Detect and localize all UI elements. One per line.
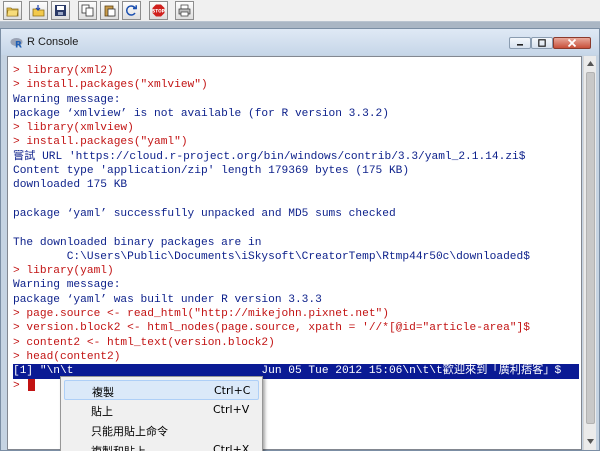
console-line-text: > version.block2 <- html_nodes(page.sour… <box>13 322 530 335</box>
menu-item-shortcut: Ctrl+C <box>214 384 251 397</box>
context-menu-copy[interactable]: 複製 Ctrl+C <box>64 380 259 400</box>
console-line-text: Warning message: <box>13 93 121 106</box>
console-line-text: Warning message: <box>13 279 121 292</box>
console-line-text: > library(yaml) <box>13 265 114 278</box>
context-menu: 複製 Ctrl+C 貼上 Ctrl+V 只能用貼上命令 複製和貼上 Ctrl+X <box>60 376 263 451</box>
console-line: > install.packages("xmlview") <box>13 78 579 92</box>
main-toolbar: STOP <box>0 0 600 22</box>
text-cursor <box>28 378 36 391</box>
console-line-text: > library(xmlview) <box>13 122 134 135</box>
open-folder-icon <box>6 7 19 17</box>
menu-item-label: 複製 <box>92 386 114 399</box>
console-line: > install.packages("yaml") <box>13 135 579 149</box>
menu-item-label: 複製和貼上 <box>91 443 146 451</box>
console-line: > head(content2) <box>13 350 579 364</box>
svg-text:R: R <box>15 41 22 50</box>
copy-button[interactable] <box>78 1 97 20</box>
console-line: The downloaded binary packages are in <box>13 236 579 250</box>
console-line: > content2 <- html_text(version.block2) <box>13 336 579 350</box>
load-workspace-icon <box>32 5 45 17</box>
console-line: > page.source <- read_html("http://mikej… <box>13 307 579 321</box>
console-line-text: package ‘yaml’ successfully unpacked and… <box>13 207 396 220</box>
paste-icon <box>104 5 116 17</box>
console-line-text: C:\Users\Public\Documents\iSkysoft\Creat… <box>13 250 530 263</box>
console-line-text: > content2 <- html_text(version.block2) <box>13 336 275 349</box>
console-line: > library(xml2) <box>13 64 579 78</box>
load-workspace-button[interactable] <box>29 1 48 20</box>
chevron-down-icon <box>587 438 594 444</box>
print-button[interactable] <box>175 1 194 20</box>
context-menu-paste-commands-only[interactable]: 只能用貼上命令 <box>64 420 259 440</box>
menu-item-label: 貼上 <box>91 405 113 418</box>
console-line-text: > page.source <- read_html("http://mikej… <box>13 308 389 321</box>
context-menu-paste[interactable]: 貼上 Ctrl+V <box>64 400 259 420</box>
console-line: package ‘xmlview’ is not available (for … <box>13 107 579 121</box>
scroll-up-arrow[interactable] <box>584 56 597 70</box>
console-line-text: Content type 'application/zip' length 17… <box>13 165 410 178</box>
paste-button[interactable] <box>100 1 119 20</box>
copy-paste-button[interactable] <box>122 1 141 20</box>
console-line-text: > install.packages("xmlview") <box>13 79 208 92</box>
svg-text:STOP: STOP <box>152 8 165 13</box>
menu-item-shortcut: Ctrl+V <box>213 403 250 416</box>
close-icon <box>567 38 577 48</box>
console-line: > library(yaml) <box>13 264 579 278</box>
console-line: > version.block2 <- html_nodes(page.sour… <box>13 321 579 335</box>
console-line: downloaded 175 KB <box>13 178 579 192</box>
title-bar[interactable]: R R Console <box>1 29 599 55</box>
console-line-text: > head(content2) <box>13 350 121 363</box>
printer-icon <box>178 4 191 17</box>
menu-item-label: 只能用貼上命令 <box>91 425 168 438</box>
scroll-down-arrow[interactable] <box>584 434 597 448</box>
open-script-button[interactable] <box>3 1 22 20</box>
close-button[interactable] <box>553 37 591 49</box>
minimize-icon <box>517 44 523 46</box>
console-line-text: package ‘yaml’ was built under R version… <box>13 293 322 306</box>
console-line: package ‘yaml’ successfully unpacked and… <box>13 207 579 221</box>
console-lines: > library(xml2) > install.packages("xmlvi… <box>13 64 579 393</box>
maximize-button[interactable] <box>531 37 553 49</box>
refresh-icon <box>126 5 137 16</box>
console-line: Content type 'application/zip' length 17… <box>13 164 579 178</box>
chevron-up-icon <box>587 60 594 66</box>
vertical-scrollbar[interactable] <box>583 56 596 450</box>
console-line-text: > library(xml2) <box>13 65 114 77</box>
stop-button[interactable]: STOP <box>149 1 168 20</box>
console-line-text: 嘗試 URL 'https://cloud.r-project.org/bin/… <box>13 150 526 163</box>
console-line: 嘗試 URL 'https://cloud.r-project.org/bin/… <box>13 150 579 164</box>
console-line-text: > install.packages("yaml") <box>13 136 188 149</box>
console-line-text: The downloaded binary packages are in <box>13 236 262 249</box>
console-line-text: package ‘xmlview’ is not available (for … <box>13 107 389 120</box>
maximize-icon <box>538 39 546 47</box>
r-logo-icon: R <box>10 38 23 50</box>
console-line: Warning message: <box>13 278 579 292</box>
window-title: R Console <box>27 36 79 48</box>
copy-icon <box>81 4 94 17</box>
save-workspace-button[interactable] <box>51 1 70 20</box>
console-line: Warning message: <box>13 93 579 107</box>
console-line: package ‘yaml’ was built under R version… <box>13 293 579 307</box>
scrollbar-thumb[interactable] <box>586 72 595 424</box>
floppy-disk-icon <box>55 5 66 16</box>
console-line-text: downloaded 175 KB <box>13 179 128 192</box>
console-line: C:\Users\Public\Documents\iSkysoft\Creat… <box>13 250 579 264</box>
minimize-button[interactable] <box>509 37 531 49</box>
console-line-text: > <box>13 379 27 392</box>
console-line: > library(xmlview) <box>13 121 579 135</box>
stop-sign-icon: STOP <box>152 4 165 17</box>
menu-item-shortcut: Ctrl+X <box>213 443 250 451</box>
context-menu-copy-and-paste[interactable]: 複製和貼上 Ctrl+X <box>64 440 259 451</box>
